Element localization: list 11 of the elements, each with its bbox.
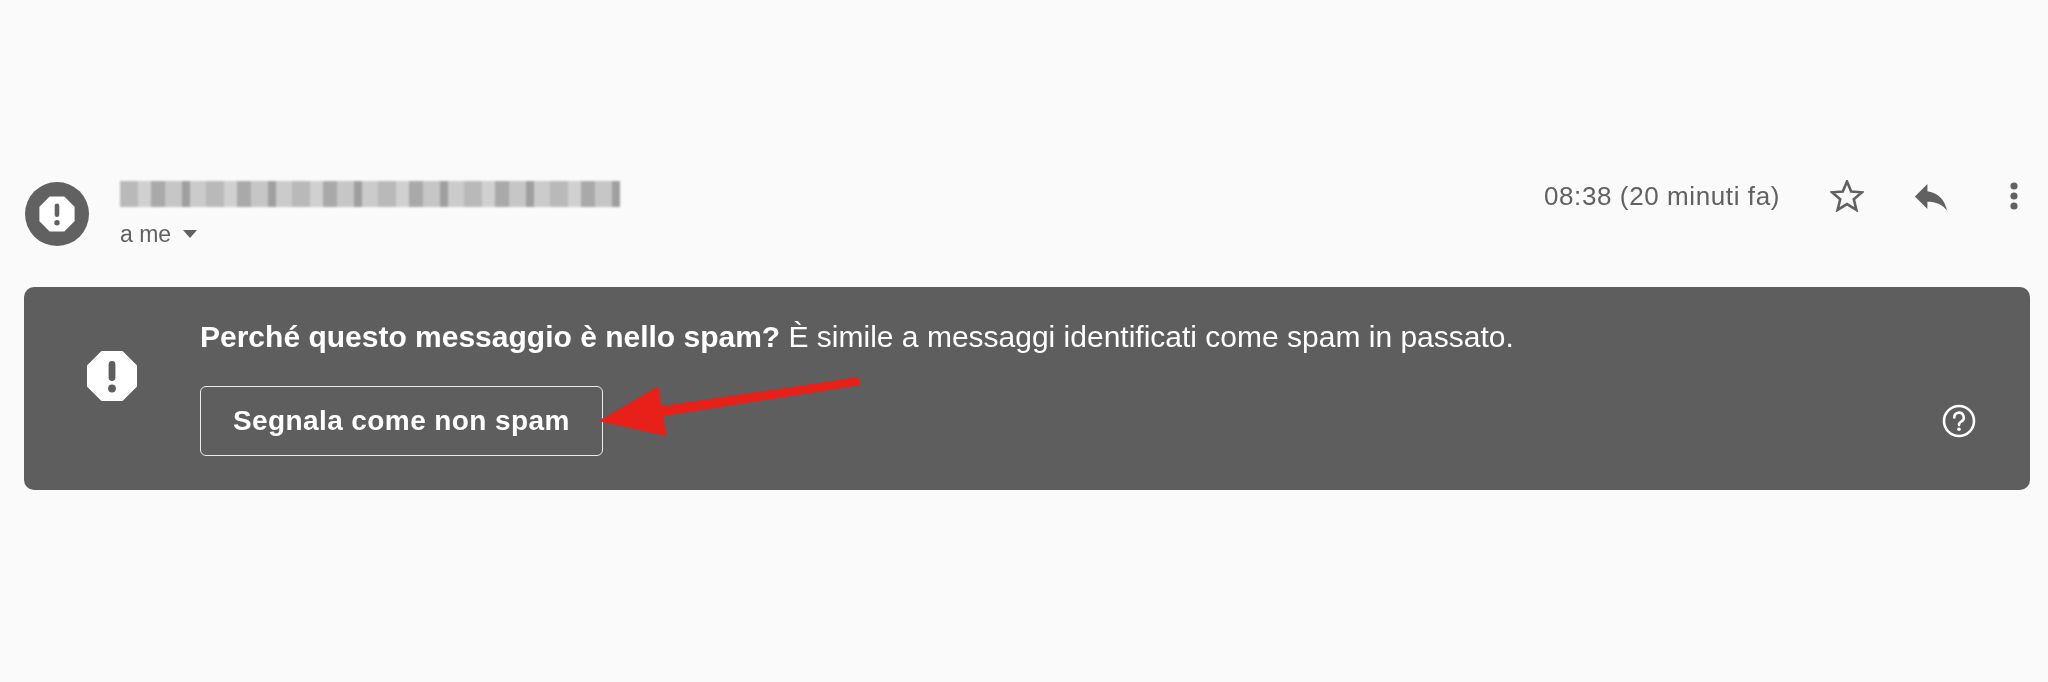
not-spam-button[interactable]: Segnala come non spam [200, 386, 603, 456]
alert-avatar-icon [25, 182, 89, 246]
message-time: 08:38 (20 minuti fa) [1544, 182, 1780, 210]
alert-octagon-icon [86, 350, 138, 402]
caret-icon [183, 230, 198, 238]
more-icon[interactable] [2010, 182, 2018, 210]
help-icon[interactable] [1942, 404, 1976, 438]
spam-reason-text: Perché questo messaggio è nello spam? È simile a messaggi identificati come spam in passato. [200, 320, 1514, 354]
reply-icon[interactable] [1914, 182, 1948, 210]
recipient-dropdown[interactable]: a me [120, 220, 198, 248]
star-icon[interactable] [1830, 180, 1864, 212]
